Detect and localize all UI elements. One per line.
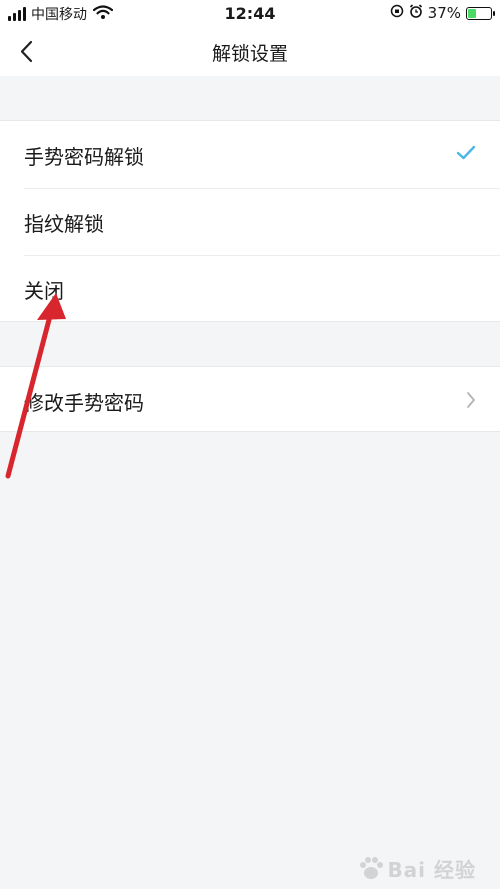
change-gesture-password-item[interactable]: 修改手势密码 <box>0 367 500 434</box>
battery-percent: 37% <box>427 4 461 22</box>
battery-level-fill <box>468 8 476 18</box>
option-label: 手势密码解锁 <box>24 145 144 169</box>
option-gesture-unlock[interactable]: 手势密码解锁 <box>0 121 500 188</box>
baidu-jingyan-watermark: Bai 经验 <box>357 854 476 883</box>
chevron-left-icon <box>20 40 33 63</box>
page-title: 解锁设置 <box>211 43 288 65</box>
back-button[interactable] <box>12 36 44 68</box>
unlock-options-list: 手势密码解锁 指纹解锁 关闭 <box>0 120 500 322</box>
change-password-label: 修改手势密码 <box>24 391 144 415</box>
option-fingerprint-unlock[interactable]: 指纹解锁 <box>0 188 500 255</box>
chevron-right-icon <box>466 391 476 413</box>
battery-icon <box>466 6 495 20</box>
check-icon <box>456 145 476 165</box>
paw-logo-icon <box>360 856 384 879</box>
status-right: 37% <box>390 4 495 22</box>
alarm-icon <box>409 4 423 22</box>
settings-list: 修改手势密码 <box>0 366 500 432</box>
status-bar: 中国移动 12:44 37% <box>0 0 500 28</box>
watermark-text: Bai 经验 <box>387 858 476 882</box>
option-label: 关闭 <box>24 279 64 303</box>
rotation-lock-icon <box>390 4 404 22</box>
option-off[interactable]: 关闭 <box>0 255 500 322</box>
option-label: 指纹解锁 <box>24 212 104 236</box>
nav-bar: 解锁设置 <box>0 28 500 76</box>
